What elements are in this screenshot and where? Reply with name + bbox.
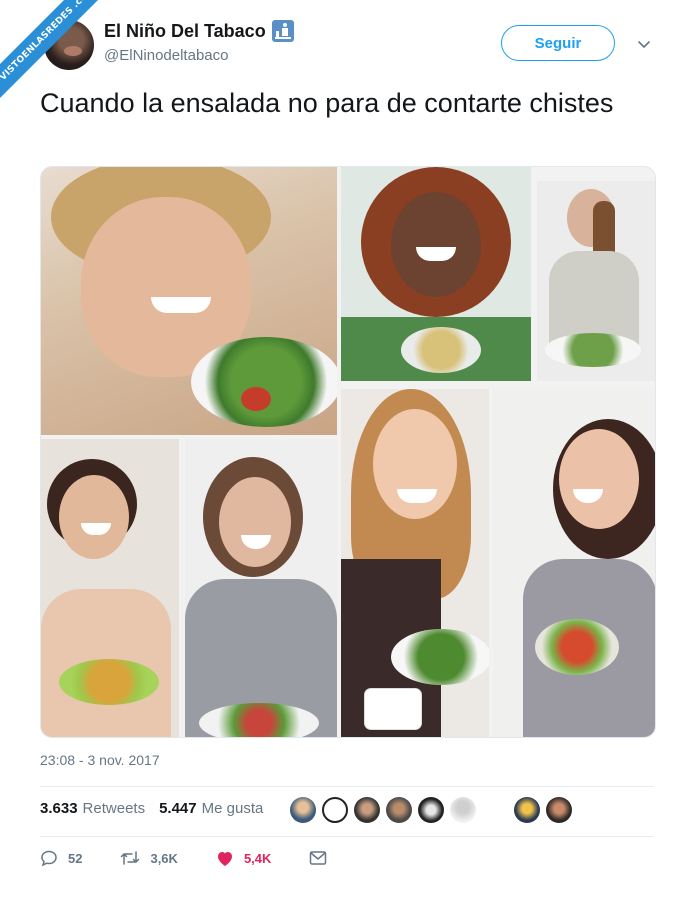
tweet-text: Cuando la ensalada no para de contarte c…	[40, 88, 614, 118]
likes-count[interactable]: 5.447	[159, 800, 197, 817]
photo-woman-laughing-salad-6	[341, 389, 489, 737]
liker-avatar[interactable]	[354, 797, 380, 823]
message-icon[interactable]	[309, 850, 327, 866]
photo-woman-laughing-salad-7	[493, 389, 655, 737]
reply-action[interactable]: 52	[40, 849, 82, 867]
likes-label[interactable]: Me gusta	[202, 800, 264, 817]
follow-button[interactable]: Seguir	[501, 25, 615, 61]
chevron-down-icon[interactable]	[636, 36, 652, 52]
retweets-label[interactable]: Retweets	[83, 800, 146, 817]
tweet-actions: 52 3,6K 5,4K	[40, 849, 365, 867]
heart-icon[interactable]	[216, 850, 234, 867]
retweet-count: 3,6K	[150, 850, 178, 866]
retweet-action[interactable]: 3,6K	[120, 849, 178, 867]
photo-woman-laughing-salad-2	[341, 167, 531, 381]
tweet-photo[interactable]	[40, 166, 656, 738]
author-name-row[interactable]: El Niño Del Tabaco	[104, 20, 294, 42]
liker-avatar[interactable]	[386, 797, 412, 823]
divider	[40, 786, 654, 787]
liker-avatar[interactable]	[450, 797, 476, 823]
retweets-count[interactable]: 3.633	[40, 800, 78, 817]
photo-woman-laughing-salad-4	[41, 439, 179, 737]
reply-count: 52	[68, 850, 83, 866]
liker-avatars	[290, 797, 572, 823]
liker-avatar[interactable]	[290, 797, 316, 823]
liker-avatar[interactable]	[322, 797, 348, 823]
liker-avatar[interactable]	[546, 797, 572, 823]
retweet-icon[interactable]	[120, 849, 140, 867]
tweet-stats: 3.633 Retweets 5.447 Me gusta	[40, 800, 277, 817]
liker-avatar[interactable]	[418, 797, 444, 823]
message-action[interactable]	[309, 850, 327, 866]
person-emoji-icon	[271, 20, 294, 42]
liker-avatar[interactable]	[514, 797, 540, 823]
author-handle[interactable]: @ElNinodeltabaco	[104, 47, 228, 64]
divider	[40, 836, 654, 837]
photo-woman-laughing-salad-1	[41, 167, 337, 435]
author-display-name[interactable]: El Niño Del Tabaco	[104, 21, 266, 42]
photo-woman-laughing-salad-5	[185, 439, 337, 737]
photo-woman-laughing-salad-3	[537, 181, 655, 381]
like-count: 5,4K	[243, 850, 272, 866]
liker-avatar[interactable]	[482, 797, 508, 823]
tweet-timestamp[interactable]: 23:08 - 3 nov. 2017	[40, 752, 160, 768]
like-action[interactable]: 5,4K	[216, 850, 271, 867]
reply-icon[interactable]	[40, 849, 58, 867]
